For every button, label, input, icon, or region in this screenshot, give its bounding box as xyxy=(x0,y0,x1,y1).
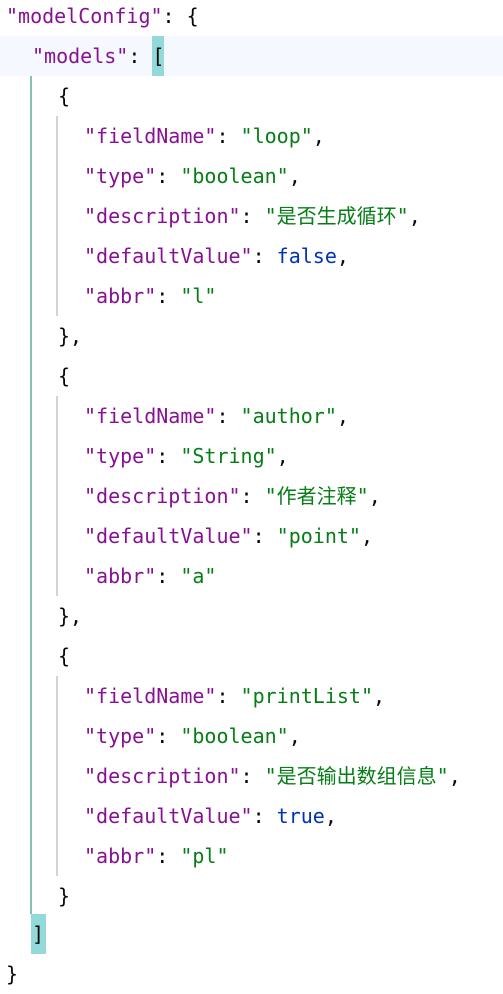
colon: : xyxy=(240,204,265,228)
trailing-comma: , xyxy=(336,244,349,268)
code-line[interactable]: "abbr": "a" xyxy=(0,556,503,596)
json-key: "fieldName" xyxy=(84,124,217,148)
close-bracket: ] xyxy=(32,922,45,946)
code-line[interactable]: }, xyxy=(0,596,503,636)
open-brace: { xyxy=(58,84,71,108)
json-value: "pl" xyxy=(180,844,229,868)
open-bracket-highlight: [ xyxy=(152,36,165,76)
code-line[interactable]: "abbr": "l" xyxy=(0,276,503,316)
json-key: "description" xyxy=(84,204,241,228)
code-line[interactable]: "fieldName": "loop", xyxy=(0,116,503,156)
open-brace: { xyxy=(58,364,71,388)
code-line[interactable]: }, xyxy=(0,316,503,356)
trailing-comma: , xyxy=(336,404,349,428)
json-value: "l" xyxy=(180,284,217,308)
json-key: "models" xyxy=(32,44,129,68)
trailing-comma: , xyxy=(288,724,301,748)
json-key: "defaultValue" xyxy=(84,804,253,828)
code-editor[interactable]: "modelConfig": { "models": [ { "fieldName… xyxy=(0,0,503,987)
trailing-comma: , xyxy=(288,164,301,188)
json-value: true xyxy=(276,804,325,828)
json-key: "fieldName" xyxy=(84,684,217,708)
colon: : xyxy=(216,404,241,428)
colon: : xyxy=(216,124,241,148)
trailing-comma: , xyxy=(360,524,374,548)
code-line[interactable]: "description": "是否输出数组信息", xyxy=(0,756,503,796)
close-brace: }, xyxy=(58,324,83,348)
code-line[interactable]: { xyxy=(0,636,503,676)
json-key: "type" xyxy=(84,724,157,748)
json-value: "是否输出数组信息" xyxy=(264,764,449,788)
colon: : xyxy=(252,804,277,828)
colon: : xyxy=(252,524,277,548)
trailing-comma: , xyxy=(373,684,386,708)
trailing-comma: , xyxy=(448,764,461,788)
colon: : xyxy=(128,44,153,68)
colon: : xyxy=(252,244,277,268)
colon: : xyxy=(156,284,181,308)
json-key: "description" xyxy=(84,484,241,508)
open-brace: { xyxy=(58,644,71,668)
json-value: "printList" xyxy=(240,684,373,708)
code-line[interactable]: "defaultValue": true, xyxy=(0,796,503,836)
code-line[interactable]: "modelConfig": { xyxy=(0,0,503,36)
colon: : xyxy=(156,444,181,468)
json-key: "type" xyxy=(84,164,157,188)
json-value: "是否生成循环" xyxy=(264,204,409,228)
trailing-comma: , xyxy=(276,444,289,468)
trailing-comma: , xyxy=(368,484,381,508)
colon: : xyxy=(156,564,181,588)
code-line[interactable]: } xyxy=(0,954,503,994)
code-line[interactable]: "defaultValue": "point", xyxy=(0,516,503,556)
code-line[interactable]: { xyxy=(0,356,503,396)
code-line[interactable]: "description": "作者注释", xyxy=(0,476,503,516)
close-brace: } xyxy=(58,884,71,908)
colon: : xyxy=(162,4,187,28)
colon: : xyxy=(156,164,181,188)
colon: : xyxy=(156,724,181,748)
trailing-comma: , xyxy=(312,124,325,148)
code-line[interactable]: "type": "boolean", xyxy=(0,716,503,756)
json-key: "description" xyxy=(84,764,241,788)
colon: : xyxy=(240,764,265,788)
code-line[interactable]: "type": "String", xyxy=(0,436,503,476)
code-line[interactable]: "description": "是否生成循环", xyxy=(0,196,503,236)
code-line[interactable]: "abbr": "pl" xyxy=(0,836,503,876)
json-value: "point" xyxy=(276,524,361,548)
json-key: "abbr" xyxy=(84,844,157,868)
code-line[interactable]: } xyxy=(0,876,503,916)
code-line[interactable]: "fieldName": "author", xyxy=(0,396,503,436)
json-key: "fieldName" xyxy=(84,404,217,428)
colon: : xyxy=(156,844,181,868)
json-key: "modelConfig" xyxy=(6,4,163,28)
trailing-comma: , xyxy=(408,204,421,228)
code-line[interactable]: { xyxy=(0,76,503,116)
code-line[interactable]: "type": "boolean", xyxy=(0,156,503,196)
code-line[interactable]: ] xyxy=(0,914,503,954)
code-line[interactable]: "defaultValue": false, xyxy=(0,236,503,276)
code-line-current[interactable]: "models": [ xyxy=(0,36,503,76)
trailing-comma: , xyxy=(324,804,337,828)
json-value: "a" xyxy=(180,564,217,588)
json-key: "type" xyxy=(84,444,157,468)
json-key: "abbr" xyxy=(84,284,157,308)
json-value: "loop" xyxy=(240,124,313,148)
json-value: "String" xyxy=(180,444,277,468)
json-value: "author" xyxy=(240,404,337,428)
json-value: "boolean" xyxy=(180,164,289,188)
json-key: "abbr" xyxy=(84,564,157,588)
colon: : xyxy=(216,684,241,708)
json-value: false xyxy=(276,244,337,268)
close-brace: } xyxy=(6,962,19,986)
json-key: "defaultValue" xyxy=(84,524,253,548)
open-brace: { xyxy=(186,4,199,28)
json-value: "作者注释" xyxy=(264,484,369,508)
code-line[interactable]: "fieldName": "printList", xyxy=(0,676,503,716)
colon: : xyxy=(240,484,265,508)
json-value: "boolean" xyxy=(180,724,289,748)
close-brace: }, xyxy=(58,604,83,628)
json-key: "defaultValue" xyxy=(84,244,253,268)
